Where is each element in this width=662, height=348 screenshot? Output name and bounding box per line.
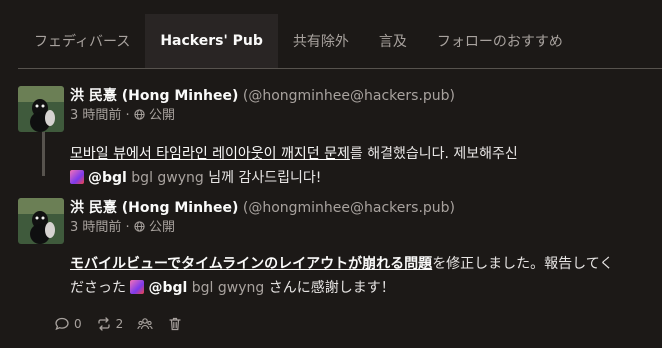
separator: · (125, 220, 130, 235)
globe-icon (134, 220, 149, 235)
repost-icon (96, 316, 112, 332)
avatar-image (18, 198, 64, 244)
reply-icon (54, 316, 70, 332)
content-text: 를 해결했습니다. 제보해주신 (349, 146, 518, 162)
reactions-button[interactable] (137, 316, 153, 332)
visibility-label: 公開 (148, 220, 175, 235)
globe-icon (134, 108, 149, 123)
post-content: 모바일 뷰에서 타임라인 레이아웃이 깨지던 문제를 해결했습니다. 제보해주신… (70, 142, 518, 190)
post-header: 洪 民憙 (Hong Minhee) (@hongminhee@hackers.… (70, 86, 455, 126)
share-count: 2 (115, 317, 124, 331)
tab-fediverse[interactable]: フェディバース (18, 14, 145, 68)
avatar[interactable] (18, 198, 64, 244)
mention-handle[interactable]: @bgl (88, 170, 127, 186)
post: 洪 民憙 (Hong Minhee) (@hongminhee@hackers.… (18, 86, 658, 190)
post-actions: 0 2 (54, 316, 183, 332)
content-tail: さんに感謝します！ (268, 280, 395, 296)
share-button[interactable]: 2 (96, 316, 124, 332)
author-handle[interactable]: (@hongminhee@hackers.pub) (243, 88, 455, 104)
content-text: を修正しました。報告してく (432, 256, 614, 272)
content-link[interactable]: 모바일 뷰에서 타임라인 레이아웃이 깨지던 문제 (70, 146, 350, 162)
reply-count: 0 (74, 317, 82, 331)
author-handle[interactable]: (@hongminhee@hackers.pub) (243, 200, 455, 216)
post-time[interactable]: 3 時間前 (70, 220, 121, 235)
author-name[interactable]: 洪 民憙 (Hong Minhee) (70, 200, 238, 216)
tab-without-shares[interactable]: 共有除外 (278, 14, 364, 68)
content-tail: 님께 감사드립니다! (208, 170, 322, 186)
avatar[interactable] (18, 86, 64, 132)
post-time[interactable]: 3 時間前 (70, 108, 121, 123)
content-link[interactable]: モバイルビューでタイムラインのレイアウトが崩れる問題 (70, 256, 432, 272)
tab-hackers-pub[interactable]: Hackers' Pub (145, 14, 278, 68)
reply-thread-line (42, 132, 45, 176)
visibility-label: 公開 (148, 108, 175, 123)
separator: · (125, 108, 130, 123)
tab-mentions[interactable]: 言及 (364, 14, 422, 68)
mention-avatar (130, 280, 145, 294)
delete-button[interactable] (167, 316, 183, 332)
mention-avatar (70, 170, 84, 184)
mention-name[interactable]: bgl gwyng (192, 280, 265, 296)
tab-recommendations[interactable]: フォローのおすすめ (422, 14, 578, 68)
reply-button[interactable]: 0 (54, 316, 82, 332)
content-text-line2: ださった (70, 280, 126, 296)
author-name[interactable]: 洪 民憙 (Hong Minhee) (70, 88, 238, 104)
trash-icon (167, 316, 183, 332)
timeline-tabs: フェディバース Hackers' Pub 共有除外 言及 フォローのおすすめ (18, 14, 662, 69)
users-icon (137, 316, 153, 332)
post-header: 洪 民憙 (Hong Minhee) (@hongminhee@hackers.… (70, 198, 455, 238)
post-content: モバイルビューでタイムラインのレイアウトが崩れる問題を修正しました。報告してく … (70, 252, 613, 300)
mention-handle[interactable]: @bgl (148, 280, 187, 296)
mention-name[interactable]: bgl gwyng (131, 170, 204, 186)
avatar-image (18, 86, 64, 132)
